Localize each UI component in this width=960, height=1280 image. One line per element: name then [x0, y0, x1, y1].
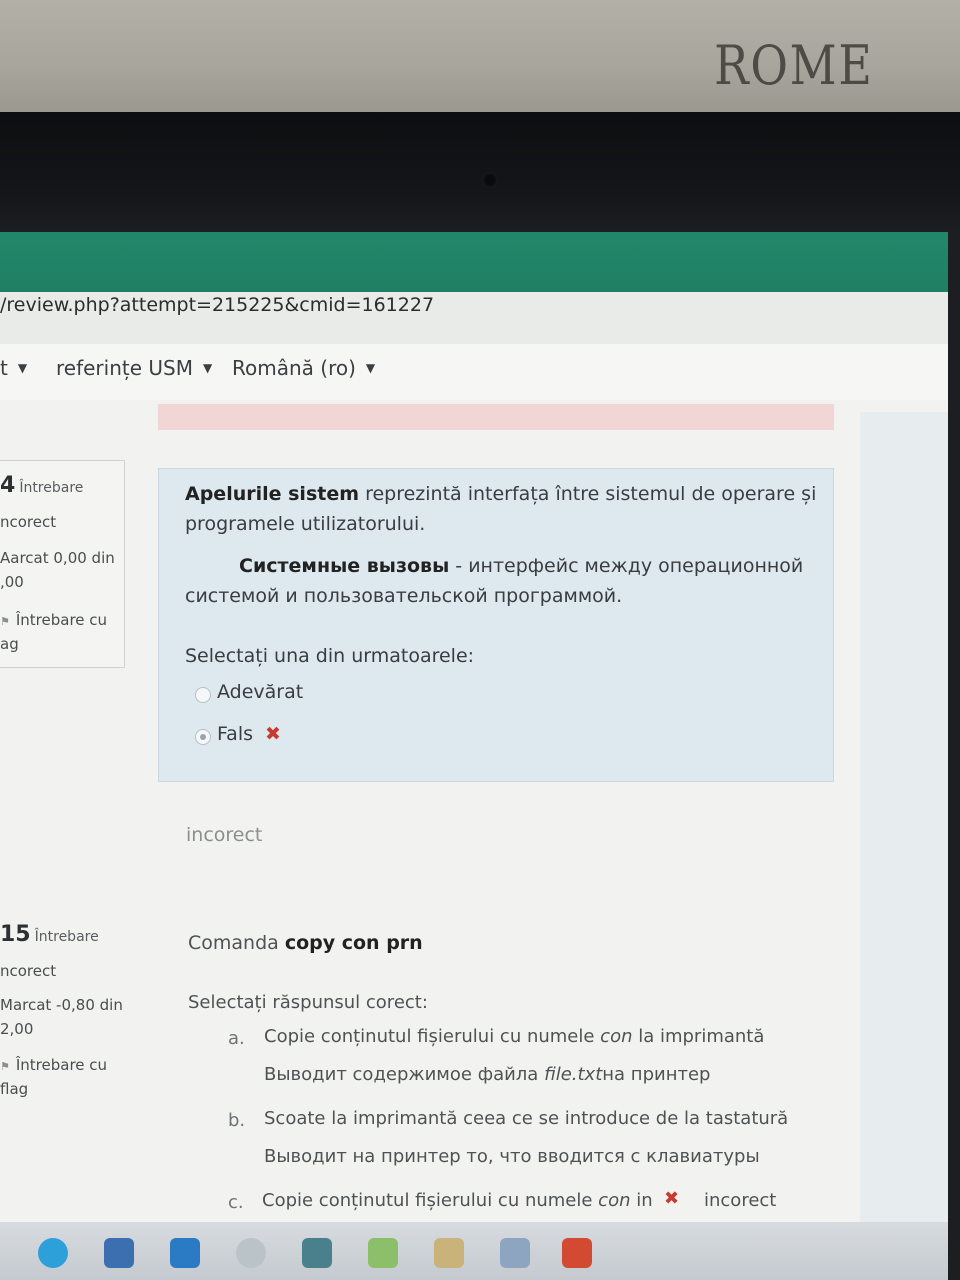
webcam: [482, 172, 498, 188]
telegram-icon[interactable]: [38, 1238, 68, 1268]
nav-item-language[interactable]: Română (ro) ▼: [232, 356, 375, 380]
bezel-edge: [948, 232, 960, 1280]
question-mark-line1: Marcat -0,80 din: [0, 996, 123, 1014]
caret-down-icon: ▼: [365, 361, 376, 375]
question-mark-line2: 2,00: [0, 1020, 34, 1038]
question-info-box: 4 Întrebare ncorect Aarcat 0,00 din ,00 ⚑…: [0, 460, 125, 668]
chart-icon[interactable]: [368, 1238, 398, 1268]
incorrect-icon: ✖: [265, 723, 281, 745]
option-label-adevarat: Adevărat: [217, 681, 304, 703]
taskbar: [0, 1222, 948, 1280]
flag-icon: ⚑: [0, 615, 10, 628]
question-feedback: incorect: [186, 824, 263, 846]
box-icon[interactable]: [302, 1238, 332, 1268]
question-text-ro-line2: programele utilizatorului.: [185, 513, 426, 535]
question-text-ro: Apelurile sistem reprezintă interfața în…: [185, 483, 817, 505]
answer-c-status: incorect: [704, 1190, 777, 1211]
answer-b-ru: Выводит на принтер то, что вводится с кл…: [264, 1146, 760, 1167]
radio-adevarat[interactable]: [195, 687, 211, 703]
caret-down-icon: ▼: [202, 361, 213, 375]
answer-prompt: Selectați una din urmatoarele:: [185, 645, 475, 667]
previous-question-feedback-strip: [158, 404, 834, 430]
answer-letter-a: a.: [228, 1028, 245, 1049]
question-number: 15 Întrebare: [0, 922, 99, 947]
flag-question-link-cont[interactable]: flag: [0, 1080, 28, 1098]
flag-question-link[interactable]: ⚑ Întrebare cu: [0, 611, 107, 629]
radio-fals[interactable]: [195, 729, 211, 745]
caret-down-icon: ▼: [17, 361, 28, 375]
flag-question-link[interactable]: ⚑ Întrebare cu: [0, 1056, 107, 1074]
answer-letter-c: c.: [228, 1192, 244, 1213]
flag-question-link-cont[interactable]: ag: [0, 635, 19, 653]
monitor-bezel: [0, 112, 960, 232]
right-sidebar: [860, 412, 948, 1240]
screen: /review.php?attempt=215225&cmid=161227 t…: [0, 232, 948, 1280]
answer-a-ro[interactable]: Copie conținutul fișierului cu numele co…: [264, 1026, 764, 1047]
browser-tab-bar: [0, 232, 948, 292]
mail-icon[interactable]: [170, 1238, 200, 1268]
option-label-fals: Fals ✖: [217, 723, 281, 745]
question-mark-line1: Aarcat 0,00 din: [0, 549, 115, 567]
chrome-icon[interactable]: [236, 1238, 266, 1268]
answer-c-ro[interactable]: Copie conținutul fișierului cu numele co…: [262, 1190, 653, 1211]
answer-b-ro[interactable]: Scoate la imprimantă ceea ce se introduc…: [264, 1108, 788, 1129]
store-icon[interactable]: [104, 1238, 134, 1268]
question-text: Comanda copy con prn: [188, 932, 423, 954]
question-text-ru-line2: системой и пользовательской программой.: [185, 585, 623, 607]
flag-icon: ⚑: [0, 1060, 10, 1073]
incorrect-icon: ✖: [664, 1188, 680, 1209]
tablet-icon[interactable]: [500, 1238, 530, 1268]
question-content-box: Apelurile sistem reprezintă interfața în…: [158, 468, 834, 782]
paint-icon[interactable]: [434, 1238, 464, 1268]
answer-prompt: Selectați răspunsul corect:: [188, 992, 428, 1013]
question-text-ru: Системные вызовы - интерфейс между опера…: [239, 555, 804, 577]
question-number: 4 Întrebare: [0, 473, 84, 498]
address-url[interactable]: /review.php?attempt=215225&cmid=161227: [0, 294, 434, 316]
question-state: ncorect: [0, 962, 57, 980]
nav-item-referinte[interactable]: referințe USM ▼: [56, 356, 212, 380]
question-state: ncorect: [0, 513, 57, 531]
wall-background: ROME: [0, 0, 960, 112]
answer-letter-b: b.: [228, 1110, 246, 1131]
question-mark-line2: ,00: [0, 573, 24, 591]
powerpoint-icon[interactable]: [562, 1238, 592, 1268]
answer-a-ru: Выводит содержимое файла file.txtна прин…: [264, 1064, 711, 1085]
wall-sign-text: ROME: [714, 34, 874, 97]
nav-item-truncated[interactable]: t ▼: [0, 356, 27, 380]
